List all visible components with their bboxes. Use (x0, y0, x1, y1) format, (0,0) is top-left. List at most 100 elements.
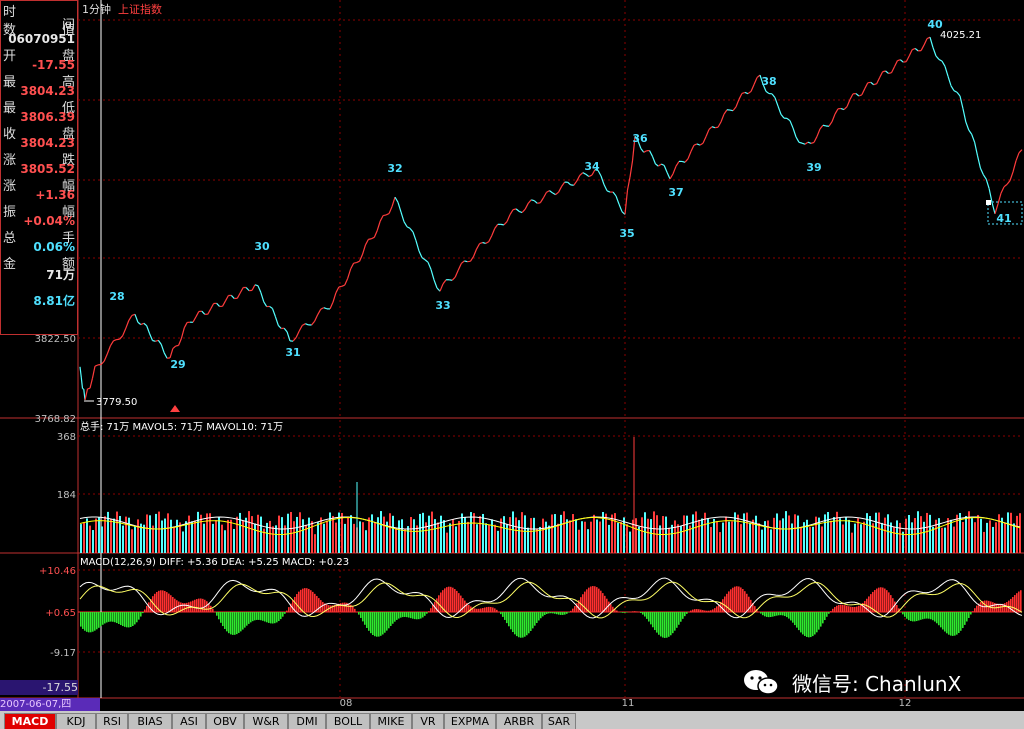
price-segment (122, 328, 127, 336)
macd-bar (250, 612, 252, 623)
macd-bar (330, 605, 332, 612)
macd-bar (950, 612, 952, 636)
macd-bar (254, 612, 256, 621)
tab-macd[interactable]: MACD (4, 713, 56, 729)
volume-bar (323, 523, 325, 553)
macd-bar (422, 612, 424, 618)
macd-bar (94, 612, 96, 631)
macd-bar (980, 601, 982, 612)
macd-bar (162, 590, 164, 612)
macd-bar (782, 612, 784, 616)
volume-bar (479, 516, 481, 553)
volume-bar (605, 513, 607, 553)
price-segment (210, 303, 215, 310)
price-segment (527, 199, 532, 204)
tab-arbr[interactable]: ARBR (496, 713, 542, 729)
volume-bar (215, 520, 217, 553)
macd-bar (130, 612, 132, 627)
tab-dmi[interactable]: DMI (288, 713, 326, 729)
price-segment (236, 292, 241, 299)
macd-bar (570, 610, 572, 612)
price-segment (944, 66, 949, 77)
macd-bar (682, 612, 684, 619)
price-segment (780, 114, 785, 119)
macd-bar (344, 602, 346, 612)
price-segment (503, 221, 508, 226)
macd-bar (140, 612, 142, 617)
volume-bar (596, 519, 598, 553)
price-segment (555, 191, 559, 196)
price-segment (558, 186, 563, 193)
macd-bar (404, 612, 406, 617)
volume-bar (182, 531, 184, 553)
macd-bar (826, 612, 828, 617)
price-segment (705, 129, 710, 137)
tab-boll[interactable]: BOLL (326, 713, 370, 729)
macd-bar (956, 612, 958, 635)
tab-bias[interactable]: BIAS (128, 713, 172, 729)
tab-obv[interactable]: OBV (206, 713, 244, 729)
volume-bar (260, 516, 262, 553)
price-segment (834, 108, 839, 115)
macd-bar (488, 606, 490, 612)
tab-sar[interactable]: SAR (542, 713, 576, 729)
macd-bar (432, 605, 434, 612)
volume-bar (1004, 522, 1006, 553)
price-segment (890, 66, 895, 73)
volume-bar (986, 522, 988, 553)
volume-bar (185, 521, 187, 553)
macd-bar (138, 612, 140, 620)
macd-bar (286, 610, 288, 612)
macd-bar (636, 611, 638, 612)
macd-bar (160, 590, 162, 612)
macd-bar (382, 612, 384, 635)
tab-expma[interactable]: EXPMA (444, 713, 496, 729)
macd-bar (552, 612, 554, 614)
price-segment (469, 256, 474, 262)
price-segment (542, 192, 547, 199)
volume-bar (404, 529, 406, 553)
macd-bar (808, 612, 810, 638)
macd-bar (206, 601, 208, 612)
volume-bar (203, 523, 205, 553)
macd-bar (686, 612, 688, 614)
volume-bar (599, 521, 601, 553)
price-segment (137, 321, 142, 326)
tab-kdj[interactable]: KDJ (56, 713, 96, 729)
macd-bar (812, 612, 814, 637)
price-segment (314, 314, 319, 322)
price-segment (879, 71, 884, 78)
volume-bar (716, 521, 718, 553)
price-segment (953, 90, 958, 93)
volume-bar (698, 519, 700, 553)
macd-bar (100, 612, 102, 627)
price-segment (239, 287, 244, 294)
price-segment (518, 210, 523, 214)
macd-bar (798, 612, 800, 631)
macd-bar (216, 612, 218, 616)
macd-bar (914, 612, 916, 622)
price-segment (82, 388, 84, 390)
macd-bar (738, 586, 740, 612)
macd-bar (1020, 590, 1022, 612)
macd-bar (670, 612, 672, 636)
tab-asi[interactable]: ASI (172, 713, 206, 729)
tab-wr[interactable]: W&R (244, 713, 288, 729)
price-segment (643, 150, 647, 153)
volume-bar (284, 525, 286, 553)
volume-bar (113, 518, 115, 553)
tab-rsi[interactable]: RSI (96, 713, 128, 729)
macd-bar (104, 612, 106, 624)
volume-bar (920, 516, 922, 553)
tab-vr[interactable]: VR (412, 713, 444, 729)
volume-bar (740, 524, 742, 553)
price-segment (864, 82, 869, 89)
volume-bar (923, 521, 925, 553)
macd-bar (710, 610, 712, 612)
macd-bar (184, 603, 186, 612)
info-value: +0.04% (23, 214, 75, 228)
tab-mike[interactable]: MIKE (370, 713, 412, 729)
info-row: 涨跌 3805.52 (3, 149, 75, 176)
macd-bar (256, 612, 258, 620)
macd-bar (802, 612, 804, 635)
